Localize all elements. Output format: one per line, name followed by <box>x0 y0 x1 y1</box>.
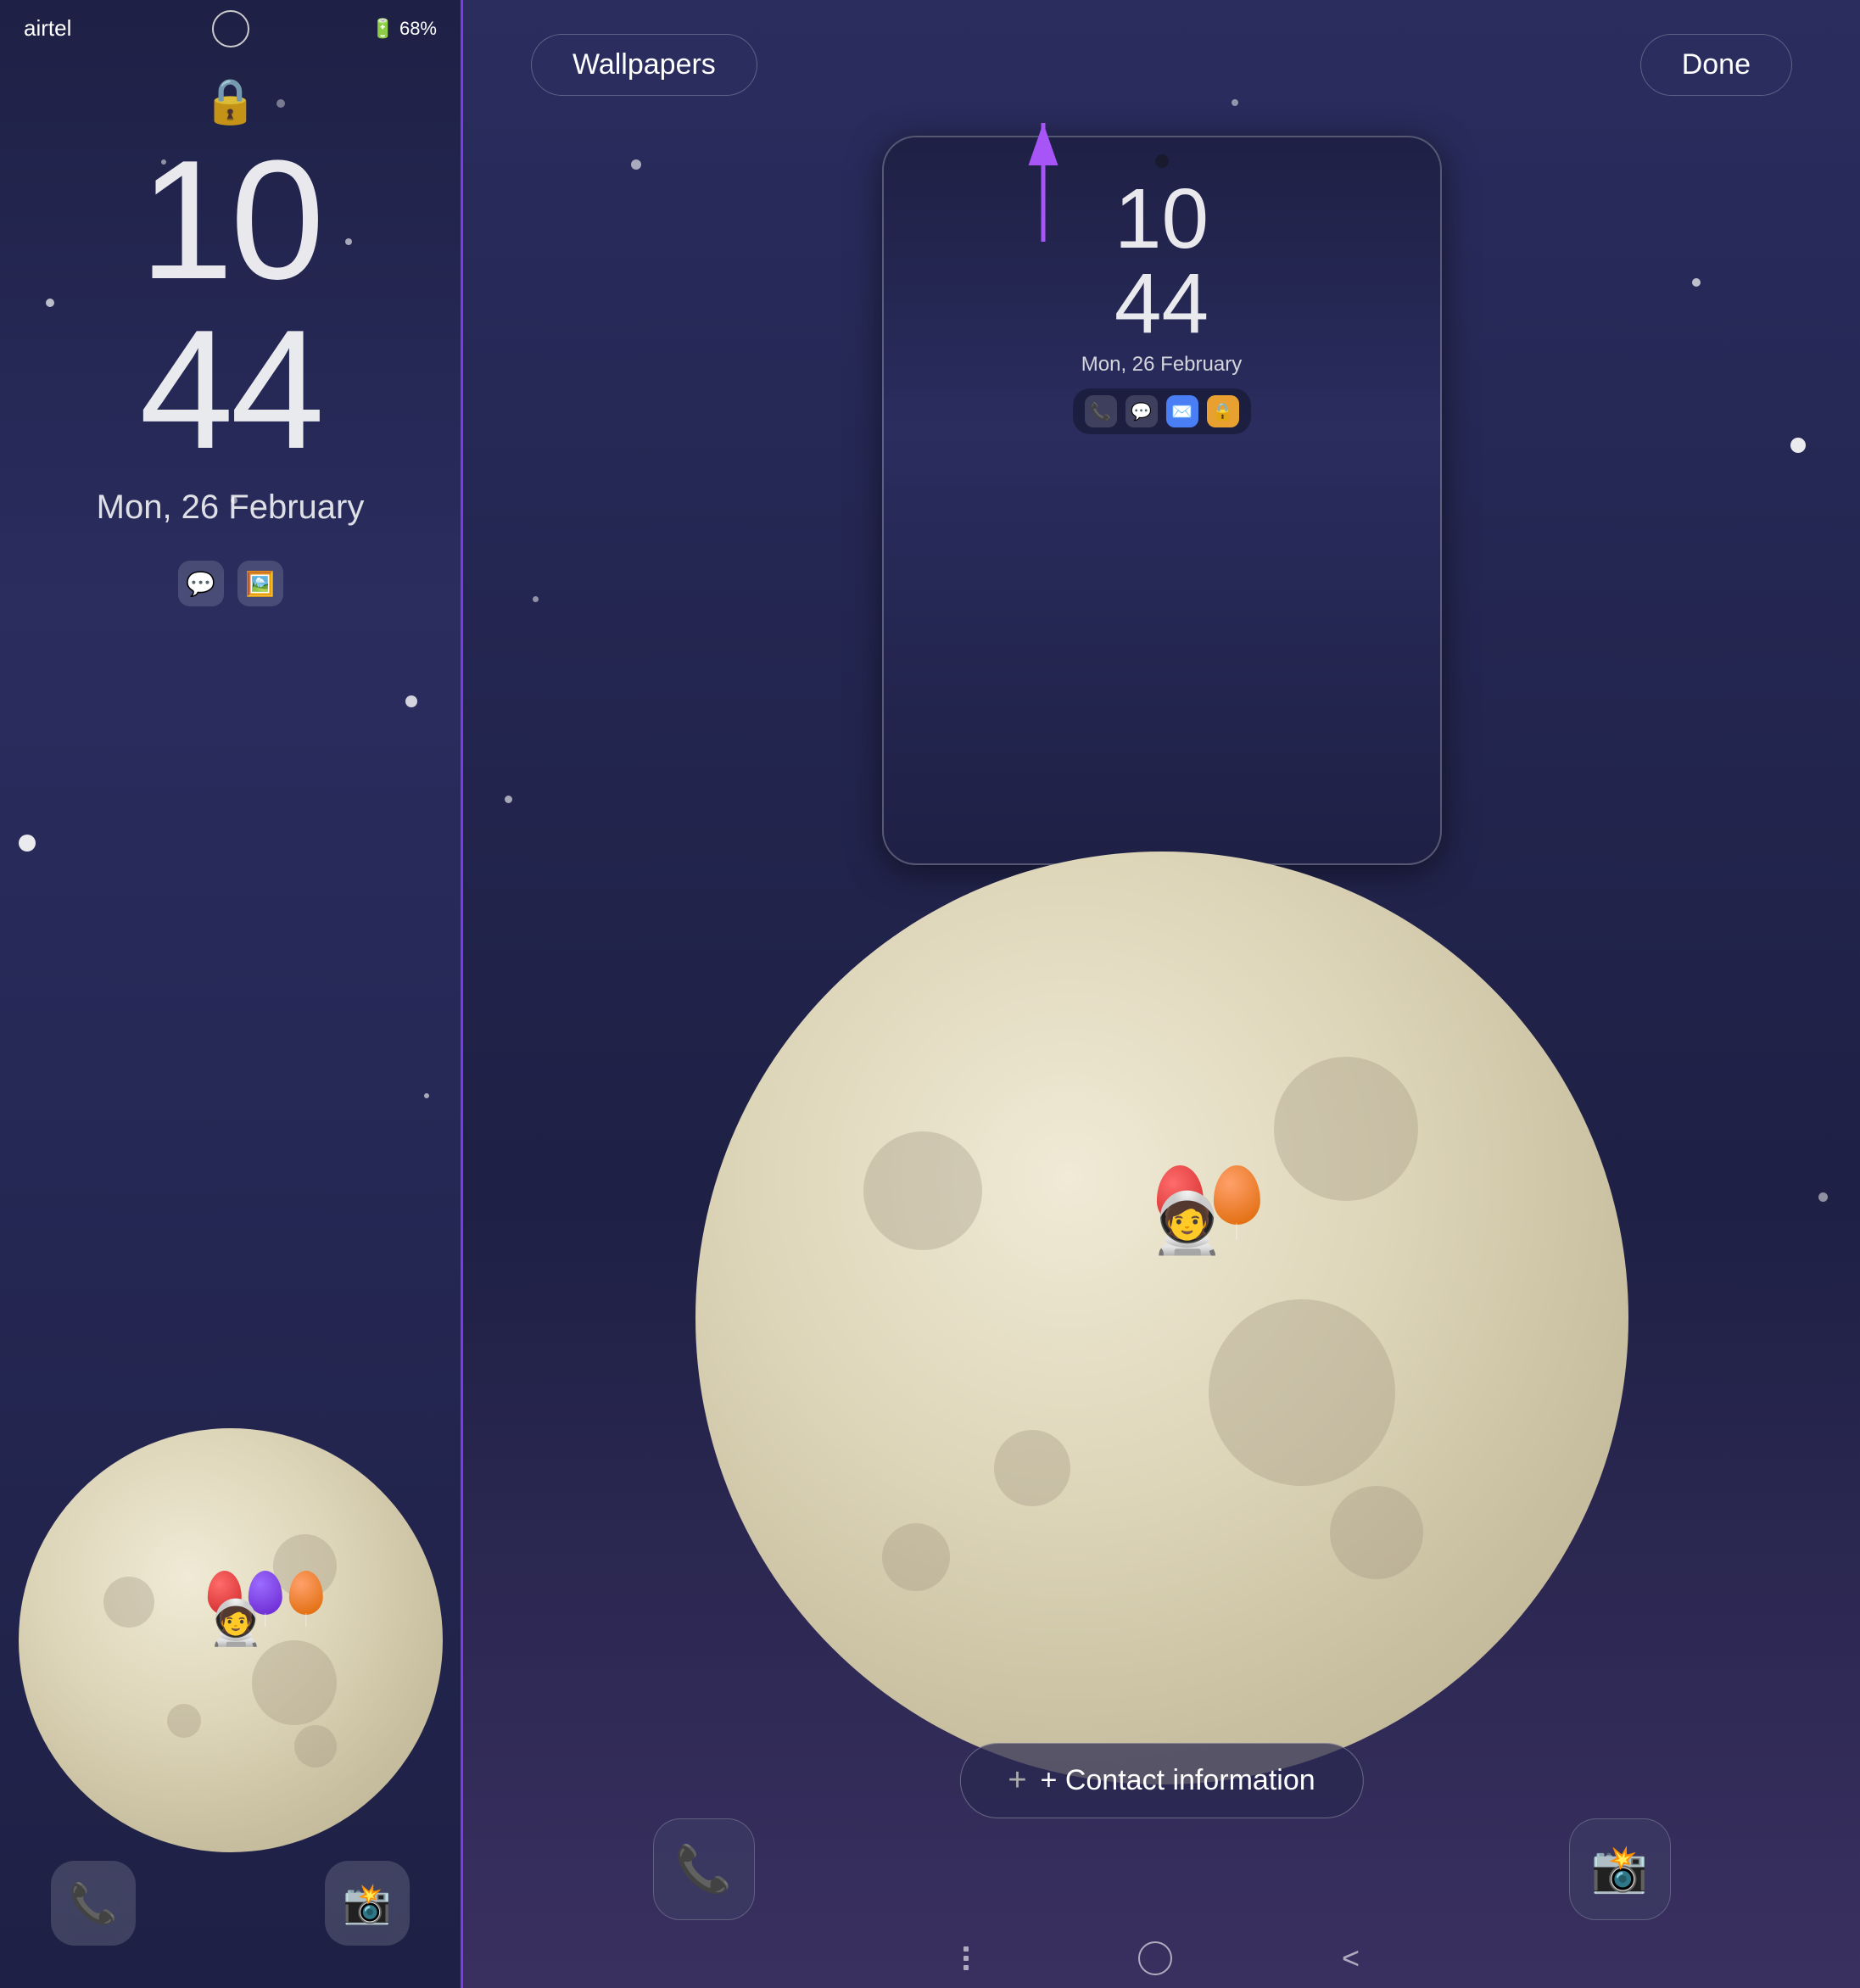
balloon-orange <box>288 1571 322 1615</box>
right-crater-4 <box>1274 1057 1418 1201</box>
bottom-bar: 📞 📸 <box>0 1861 461 1946</box>
right-crater-6 <box>882 1523 950 1591</box>
widget-email-icon[interactable]: ✉️ <box>1166 395 1198 427</box>
main-time-min: 44 <box>0 305 461 475</box>
crater-2 <box>252 1640 337 1725</box>
right-bottom-bar: 📞 📸 <box>653 1818 1671 1920</box>
widget-msg-icon[interactable]: 💬 <box>1125 395 1158 427</box>
right-crater-5 <box>1330 1486 1423 1579</box>
contact-info-label: + Contact information <box>1041 1764 1315 1797</box>
signal-icon: 🔋 <box>371 18 394 40</box>
wallpapers-button[interactable]: Wallpapers <box>531 34 757 96</box>
phone-preview-card: 10 44 Mon, 26 February 📞 💬 ✉️ 🔒 <box>882 136 1442 865</box>
right-astronaut: 🧑‍🚀 <box>1150 1189 1224 1259</box>
left-panel: airtel 🔋 68% 🔒 10 44 Mon, 26 February 💬 … <box>0 0 463 1988</box>
contact-info-button[interactable]: + + Contact information <box>959 1743 1363 1818</box>
back-button[interactable]: < <box>1342 1941 1360 1976</box>
camera-app-icon[interactable]: 📸 <box>325 1861 410 1946</box>
plus-icon: + <box>1008 1762 1026 1799</box>
widget-lock-icon[interactable]: 🔒 <box>1207 395 1239 427</box>
phone-app-icon[interactable]: 📞 <box>51 1861 136 1946</box>
status-bar: airtel 🔋 68% <box>0 0 461 50</box>
astronaut: 🧑‍🚀 <box>209 1597 264 1649</box>
nav-bar: < <box>463 1929 1860 1988</box>
crater-1 <box>103 1577 154 1628</box>
notif-icon-2: 🖼️ <box>237 561 283 606</box>
moon-scene: 🧑‍🚀 <box>10 1411 451 1852</box>
widget-phone-icon[interactable]: 📞 <box>1085 395 1117 427</box>
recent-apps-icon[interactable] <box>964 1946 969 1970</box>
preview-notch <box>1155 154 1169 168</box>
main-date: Mon, 26 February <box>0 489 461 527</box>
right-panel: Wallpapers Done 10 44 Mon, 26 February 📞… <box>463 0 1860 1988</box>
crater-5 <box>294 1725 337 1767</box>
done-button[interactable]: Done <box>1640 34 1792 96</box>
right-moon-scene: 🧑‍🚀 <box>653 1021 1671 1784</box>
carrier-text: airtel <box>24 15 71 42</box>
status-icons: 🔋 68% <box>371 18 437 40</box>
status-circle <box>212 10 249 47</box>
right-camera-icon[interactable]: 📸 <box>1569 1818 1671 1920</box>
lock-icon: 🔒 <box>0 75 461 127</box>
preview-widgets: 📞 💬 ✉️ 🔒 <box>1073 388 1251 434</box>
right-crater-3 <box>994 1430 1070 1506</box>
notification-row: 💬 🖼️ <box>0 561 461 606</box>
right-moon <box>695 852 1628 1784</box>
right-crater-1 <box>863 1131 982 1250</box>
right-top-bar: Wallpapers Done <box>463 0 1860 113</box>
purple-arrow <box>1018 110 1069 250</box>
preview-time-min: 44 <box>1114 261 1209 346</box>
preview-date: Mon, 26 February <box>1081 353 1242 377</box>
right-crater-2 <box>1209 1299 1395 1486</box>
right-phone-icon[interactable]: 📞 <box>653 1818 755 1920</box>
preview-time-hour: 10 <box>1114 176 1209 261</box>
home-button[interactable] <box>1138 1941 1172 1975</box>
main-time-hour: 10 <box>0 136 461 305</box>
notif-icon-1: 💬 <box>178 561 224 606</box>
battery-text: 68% <box>399 18 437 40</box>
crater-3 <box>167 1704 201 1738</box>
